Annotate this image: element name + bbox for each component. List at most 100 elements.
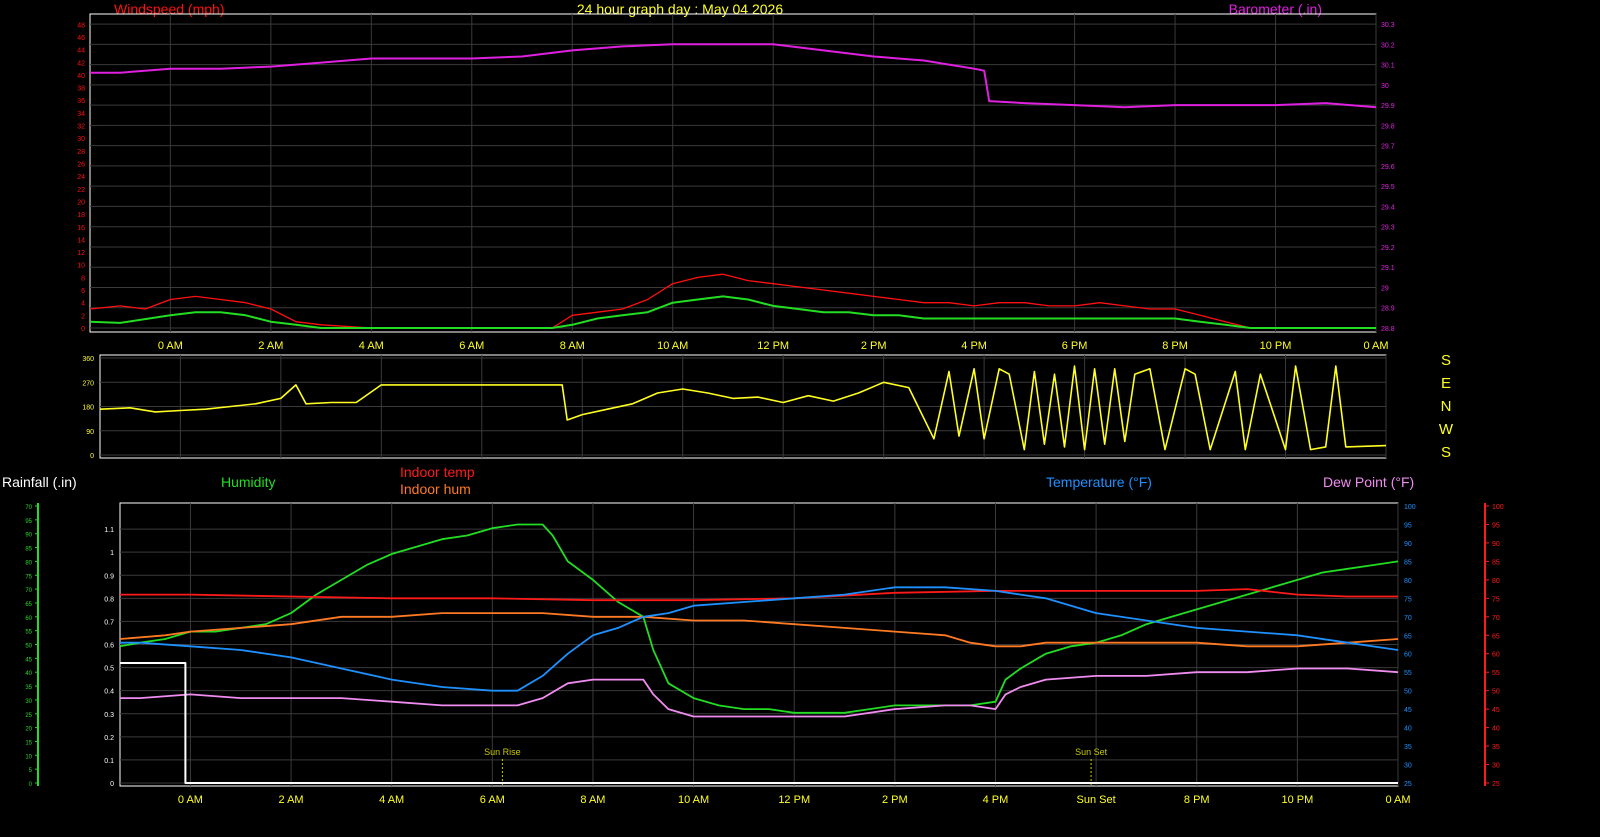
rain-scale-tick-label: 0.7	[104, 619, 114, 626]
indoor-tick-label: 25	[1492, 781, 1500, 788]
compass-letter: E	[1441, 375, 1451, 392]
temperature-tick-label: 45	[1404, 707, 1412, 714]
indoor-tick-label: 45	[1492, 707, 1500, 714]
far-left-tick-label: 70	[25, 505, 32, 511]
time-tick-label: 8 PM	[1184, 794, 1210, 806]
direction-tick-label: 0	[90, 453, 94, 460]
rain-scale-tick-label: 0.3	[104, 712, 114, 719]
windspeed-tick-label: 12	[77, 250, 85, 257]
time-tick-label: 4 PM	[961, 340, 987, 352]
time-tick-label: 10 PM	[1281, 794, 1313, 806]
temperature-tick-label: 100	[1404, 504, 1416, 511]
temperature-tick-label: 35	[1404, 744, 1412, 751]
chart-title: 24 hour graph day : May 04 2026	[577, 1, 783, 17]
windspeed-tick-label: 0	[81, 326, 85, 333]
windspeed-tick-label: 36	[77, 98, 85, 105]
far-left-tick-label: 40	[25, 671, 32, 677]
barometer-tick-label: 30.2	[1381, 42, 1395, 49]
temperature-tick-label: 85	[1404, 559, 1412, 566]
windspeed-tick-label: 46	[77, 35, 85, 42]
direction-tick-label: 360	[82, 356, 94, 363]
compass-letter: S	[1441, 444, 1451, 461]
windspeed-tick-label: 42	[77, 60, 85, 67]
indoor-tick-label: 60	[1492, 652, 1500, 659]
indoor-tick-label: 80	[1492, 578, 1500, 585]
windspeed-tick-label: 16	[77, 225, 85, 232]
barometer-tick-label: 29	[1381, 285, 1389, 292]
windspeed-tick-label: 28	[77, 149, 85, 156]
barometer-tick-label: 29.5	[1381, 184, 1395, 191]
compass-letter: N	[1441, 398, 1452, 415]
windspeed-tick-label: 10	[77, 263, 85, 270]
indoor-hum-label: Indoor hum	[400, 481, 471, 497]
temperature-tick-label: 50	[1404, 689, 1412, 696]
time-tick-label: 4 AM	[379, 794, 404, 806]
windspeed-tick-label: 18	[77, 212, 85, 219]
rain-scale-tick-label: 0.2	[104, 735, 114, 742]
windspeed-tick-label: 26	[77, 162, 85, 169]
rain-scale-tick-label: 0.4	[104, 689, 114, 696]
far-left-tick-label: 45	[25, 657, 32, 663]
time-tick-label: 2 AM	[258, 340, 283, 352]
windspeed-tick-label: 22	[77, 187, 85, 194]
temperature-tick-label: 30	[1404, 763, 1412, 770]
temperature-tick-label: 55	[1404, 670, 1412, 677]
rain-scale-tick-label: 1.1	[104, 527, 114, 534]
rain-scale-tick-label: 0.9	[104, 573, 114, 580]
time-tick-label: 4 AM	[359, 340, 384, 352]
windspeed-tick-label: 38	[77, 86, 85, 93]
far-left-tick-label: 75	[25, 574, 32, 580]
windspeed-tick-label: 24	[77, 174, 85, 181]
rain-scale-tick-label: 0.1	[104, 758, 114, 765]
dewpoint-label: Dew Point (°F)	[1323, 474, 1414, 490]
windspeed-tick-label: 30	[77, 136, 85, 143]
time-tick-label: 6 PM	[1062, 340, 1088, 352]
far-left-tick-label: 80	[25, 560, 32, 566]
barometer-tick-label: 29.4	[1381, 204, 1395, 211]
indoor-tick-label: 30	[1492, 763, 1500, 770]
time-tick-label: 12 PM	[778, 794, 810, 806]
time-tick-label: 8 AM	[560, 340, 585, 352]
barometer-tick-label: 28.8	[1381, 326, 1395, 333]
time-tick-label: 0 AM	[1363, 340, 1388, 352]
indoor-tick-label: 90	[1492, 541, 1500, 548]
far-left-tick-label: 30	[25, 699, 32, 705]
far-left-tick-label: 65	[25, 602, 32, 608]
windspeed-tick-label: 32	[77, 124, 85, 131]
indoor-temp-label: Indoor temp	[400, 464, 475, 480]
temperature-tick-label: 95	[1404, 522, 1412, 529]
rain-scale-tick-label: 0	[110, 781, 114, 788]
time-tick-label: 0 AM	[1385, 794, 1410, 806]
far-left-tick-label: 10	[25, 754, 32, 760]
barometer-tick-label: 29.8	[1381, 123, 1395, 130]
indoor-tick-label: 35	[1492, 744, 1500, 751]
temperature-label: Temperature (°F)	[1046, 474, 1152, 490]
barometer-tick-label: 30	[1381, 83, 1389, 90]
time-tick-label: 2 PM	[861, 340, 887, 352]
barometer-tick-label: 29.7	[1381, 144, 1395, 151]
indoor-tick-label: 75	[1492, 596, 1500, 603]
time-tick-label: 4 PM	[983, 794, 1009, 806]
rain-scale-tick-label: 0.8	[104, 596, 114, 603]
indoor-tick-label: 95	[1492, 522, 1500, 529]
time-tick-label: Sun Set	[1077, 794, 1116, 806]
compass-letter: W	[1439, 421, 1454, 438]
windspeed-tick-label: 48	[77, 22, 85, 29]
windspeed-tick-label: 14	[77, 237, 85, 244]
far-left-tick-label: 85	[25, 547, 32, 553]
direction-tick-label: 90	[86, 429, 94, 436]
far-left-tick-label: 70	[25, 588, 32, 594]
indoor-tick-label: 40	[1492, 726, 1500, 733]
time-tick-label: 6 AM	[459, 340, 484, 352]
far-left-tick-label: 35	[25, 685, 32, 691]
barometer-tick-label: 29.2	[1381, 245, 1395, 252]
compass-letter: S	[1441, 352, 1451, 369]
indoor-tick-label: 85	[1492, 559, 1500, 566]
temperature-tick-label: 65	[1404, 633, 1412, 640]
direction-tick-label: 180	[82, 405, 94, 412]
time-tick-label: 6 AM	[480, 794, 505, 806]
indoor-tick-label: 65	[1492, 633, 1500, 640]
time-tick-label: 2 AM	[279, 794, 304, 806]
windspeed-tick-label: 2	[81, 313, 85, 320]
time-tick-label: 2 PM	[882, 794, 908, 806]
